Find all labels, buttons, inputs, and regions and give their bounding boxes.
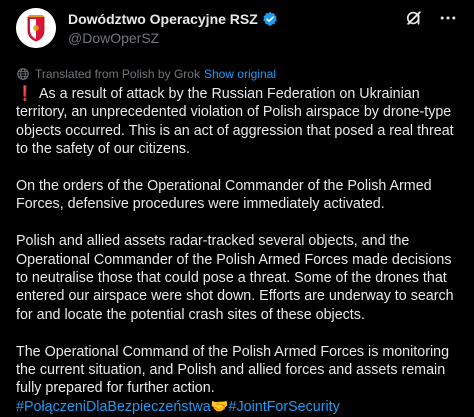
post-body: ❗ As a result of attack by the Russian F…	[16, 85, 466, 416]
globe-icon	[17, 68, 29, 80]
author-handle[interactable]: @DowOperSZ	[68, 30, 278, 46]
post-paragraph-3: Polish and allied assets radar-tracked s…	[16, 233, 454, 323]
post-paragraph-4: The Operational Command of the Polish Ar…	[16, 343, 466, 417]
display-name[interactable]: Dowództwo Operacyjne RSZ	[68, 11, 258, 27]
handshake-emoji: 🤝	[210, 398, 229, 415]
paragraph-1-text: As a result of attack by the Russian Fed…	[16, 86, 454, 158]
author-names: Dowództwo Operacyjne RSZ @DowOperSZ	[68, 9, 278, 46]
avatar[interactable]	[16, 8, 56, 48]
grok-icon[interactable]	[404, 8, 424, 28]
translation-label: Translated from Polish by Grok	[35, 67, 200, 81]
polish-military-emblem-icon	[16, 8, 56, 48]
post-header: Dowództwo Operacyjne RSZ @DowOperSZ	[16, 0, 458, 60]
exclamation-icon: ❗	[16, 86, 34, 102]
paragraph-4-text: The Operational Command of the Polish Ar…	[16, 343, 450, 397]
post-card: Dowództwo Operacyjne RSZ @DowOperSZ Tran…	[0, 0, 474, 417]
more-options-icon[interactable]	[438, 8, 458, 28]
verified-badge-icon	[263, 11, 277, 26]
translation-note: Translated from Polish by Grok Show orig…	[16, 66, 458, 82]
show-original-link[interactable]: Show original	[204, 67, 276, 81]
post-paragraph-2: On the orders of the Operational Command…	[16, 178, 432, 213]
hashtag-joint-for-security[interactable]: #JointForSecurity	[229, 399, 340, 415]
header-actions	[404, 8, 458, 28]
name-row: Dowództwo Operacyjne RSZ	[68, 9, 278, 28]
post-paragraph-1: ❗ As a result of attack by the Russian F…	[16, 85, 466, 159]
hashtag-polaczeni[interactable]: #PołączeniDlaBezpieczeństwa	[16, 399, 211, 415]
